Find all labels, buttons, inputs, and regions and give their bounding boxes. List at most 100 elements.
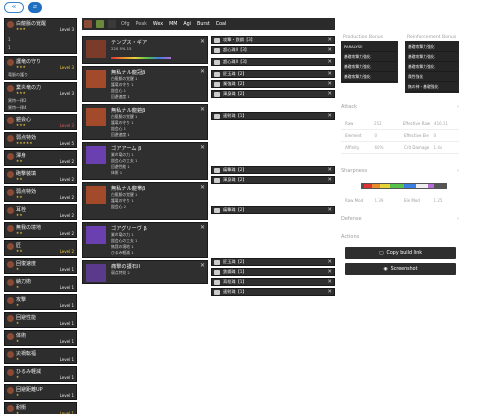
skill-sub-line: 異特一律4 [8, 105, 27, 110]
remove-icon[interactable]: ✕ [327, 113, 332, 119]
build-icon[interactable] [96, 20, 104, 28]
jewel-icon [214, 81, 220, 87]
gear-card[interactable]: 無私ナル龍帯β ✕ 白龍脈の覚醒 1 護竜の守り 1 鎧会心 2 [82, 182, 208, 220]
skill-card[interactable]: 匠 ★★ Level 2 [4, 240, 77, 256]
production-bonus-item[interactable]: PARALYSE [342, 42, 397, 52]
skill-card[interactable]: 災禍転福 ★ Level 1 [4, 348, 77, 364]
remove-icon[interactable]: ✕ [327, 207, 332, 213]
decoration-slot[interactable]: 匠玉珠【2】 ✕ [211, 70, 335, 78]
decoration-slot[interactable]: 痛撃珠【2】 ✕ [211, 166, 335, 174]
decoration-slot[interactable]: 速射珠【1】 ✕ [211, 112, 335, 120]
decoration-slot[interactable]: 超心珠II【3】 ✕ [211, 58, 335, 66]
production-bonus-item[interactable]: 基礎攻撃力強化 [342, 52, 397, 62]
decoration-slot[interactable]: 渾身珠【2】 ✕ [211, 176, 335, 184]
skill-name: 業炎竜の力 [16, 85, 42, 91]
decoration-slot[interactable]: 攻撃・鉄鋼【3】 ✕ [211, 36, 335, 44]
reinforcement-bonus-item[interactable]: 属性強化 [406, 72, 458, 82]
chevron-icon: › [457, 104, 459, 110]
skill-pips: ★★ [16, 177, 23, 181]
remove-icon[interactable]: ✕ [200, 68, 205, 75]
skill-pips: ★ [16, 339, 20, 343]
remove-icon[interactable]: ✕ [327, 167, 332, 173]
build-icon[interactable] [108, 20, 116, 28]
screenshot-button[interactable]: ◉ Screenshot [345, 263, 456, 275]
toolbar-tab-burst[interactable]: Burst [196, 22, 211, 27]
skill-card[interactable]: 耐衝 ★ Level 1 [4, 402, 77, 414]
copy-build-link-button[interactable]: ▢ Copy build link [345, 247, 456, 259]
decoration-slot[interactable]: 匠玉珠【2】 ✕ [211, 258, 335, 266]
remove-icon[interactable]: ✕ [200, 224, 205, 231]
skill-card[interactable]: 無我の境地 ★★ Level 2 [4, 222, 77, 238]
remove-icon[interactable]: ✕ [327, 289, 332, 295]
remove-icon[interactable]: ✕ [200, 106, 205, 113]
toolbar-tab-agi[interactable]: Agi [182, 22, 192, 27]
swap-button[interactable]: ⇄ [28, 2, 42, 13]
skill-card[interactable]: 納刀術 ★ Level 1 [4, 276, 77, 292]
skill-pips: ★★ [16, 249, 23, 253]
remove-icon[interactable]: ✕ [327, 269, 332, 275]
toolbar-tab-wex[interactable]: Wex [152, 22, 164, 27]
decoration-slot[interactable]: 渾身珠【2】 ✕ [211, 90, 335, 98]
skill-card[interactable]: 耳栓 ★★ Level 2 [4, 204, 77, 220]
remove-icon[interactable]: ✕ [327, 81, 332, 87]
reinforcement-bonus-item[interactable]: 基礎攻撃力強化 [406, 62, 458, 72]
decoration-slot[interactable]: 速射珠【1】 ✕ [211, 288, 335, 296]
gear-card[interactable]: ゴアグリーヴ β ✕ 業炎竜の力 1 鎧会心の工夫 1 無我の境地 1 ひるみ軽減 1 [82, 222, 208, 258]
decoration-name: 匠玉珠【2】 [223, 259, 247, 264]
skill-icon [7, 351, 14, 358]
build-icon[interactable] [84, 20, 92, 28]
reinforcement-bonus-item[interactable]: 基礎攻撃力強化 [406, 42, 458, 52]
sharpness-header[interactable]: Sharpness › [341, 168, 459, 174]
remove-icon[interactable]: ✕ [200, 38, 205, 45]
gear-card[interactable]: 痛撃の護石II ✕ 弱点特効 2 [82, 260, 208, 284]
gear-card[interactable]: 無私ナル龍鎧β ✕ 白龍脈の覚醒 1 護竜の守り 1 鎧会心 1 回避速度 1 [82, 104, 208, 140]
skill-card[interactable]: 砲撃装填 ★★ Level 2 [4, 168, 77, 184]
remove-icon[interactable]: ✕ [327, 37, 332, 43]
gear-thumbnail [86, 264, 106, 282]
skill-card[interactable]: 鎧会心 ★★★ Level 3 [4, 114, 77, 130]
toolbar-tab-mm[interactable]: MM [168, 22, 178, 27]
skill-card[interactable]: 弱点特効 ★★ Level 2 [4, 186, 77, 202]
skill-card[interactable]: 白龍脈の覚醒 ★★★ Level 3 1 1 [4, 18, 77, 54]
skill-card[interactable]: 体術 ★ Level 1 [4, 330, 77, 346]
decoration-slot[interactable]: 超心珠II【3】 ✕ [211, 46, 335, 54]
reinforcement-bonus-item[interactable]: 基礎攻撃力強化 [406, 52, 458, 62]
production-bonus-item[interactable]: 基礎攻撃力強化 [342, 62, 397, 72]
decoration-slot[interactable]: 業強珠【2】 ✕ [211, 80, 335, 88]
remove-icon[interactable]: ✕ [200, 144, 205, 151]
remove-icon[interactable]: ✕ [327, 59, 332, 65]
skill-card[interactable]: 回避性能 ★ Level 1 [4, 312, 77, 328]
remove-icon[interactable]: ✕ [327, 259, 332, 265]
attack-header[interactable]: Attack › [341, 104, 459, 110]
gear-card[interactable]: 無私ナル龍冠β ✕ 白龍脈の覚醒 1 護竜の守り 1 鎧会心 1 回避速度 1 [82, 66, 208, 102]
toolbar-tab-coal[interactable]: Coal [215, 22, 228, 27]
remove-icon[interactable]: ✕ [327, 47, 332, 53]
collapse-button[interactable]: ≪ [4, 2, 24, 13]
skill-card[interactable]: 回復速度 ★ Level 1 [4, 258, 77, 274]
skill-card[interactable]: 弱点特効 ★★★★★ Level 5 [4, 132, 77, 148]
skill-level: Level 2 [59, 231, 74, 236]
skill-card[interactable]: 護竜の守り ★★★ Level 3 竜脈の護り [4, 56, 77, 80]
decoration-slot[interactable]: 痛撃珠【2】 ✕ [211, 206, 335, 214]
toolbar-tab-peak[interactable]: Peak [135, 22, 148, 27]
production-bonus-item[interactable]: 基礎攻撃力強化 [342, 72, 397, 82]
remove-icon[interactable]: ✕ [200, 184, 205, 191]
remove-icon[interactable]: ✕ [327, 177, 332, 183]
skill-card[interactable]: 回避距離UP ★ Level 1 [4, 384, 77, 400]
skill-card[interactable]: 攻撃 ★ Level 1 [4, 294, 77, 310]
gear-card[interactable]: テンプス・ギア ✕ 220 5% 15 [82, 36, 208, 64]
reinforcement-bonus-item[interactable]: 無の神・基礎強化 [406, 82, 458, 92]
defense-header[interactable]: Defense › [341, 216, 459, 222]
remove-icon[interactable]: ✕ [200, 262, 205, 269]
skill-card[interactable]: 業炎竜の力 ★★★ Level 3 異特一律2 異特一律4 [4, 82, 77, 112]
remove-icon[interactable]: ✕ [327, 279, 332, 285]
decoration-slot[interactable]: 鉄鋼珠【1】 ✕ [211, 268, 335, 276]
skill-card[interactable]: ひるみ軽減 ★ Level 1 [4, 366, 77, 382]
stat-label: Effective Raw [402, 121, 431, 126]
remove-icon[interactable]: ✕ [327, 71, 332, 77]
remove-icon[interactable]: ✕ [327, 91, 332, 97]
gear-card[interactable]: ゴアアーム β ✕ 業炎竜の力 1 鎧会心の工夫 1 回避性能 1 体術 1 [82, 142, 208, 180]
toolbar-tab-ofg[interactable]: Ofg [120, 22, 131, 27]
decoration-slot[interactable]: 耳栓珠【1】 ✕ [211, 278, 335, 286]
skill-card[interactable]: 渾身 ★★ Level 2 [4, 150, 77, 166]
